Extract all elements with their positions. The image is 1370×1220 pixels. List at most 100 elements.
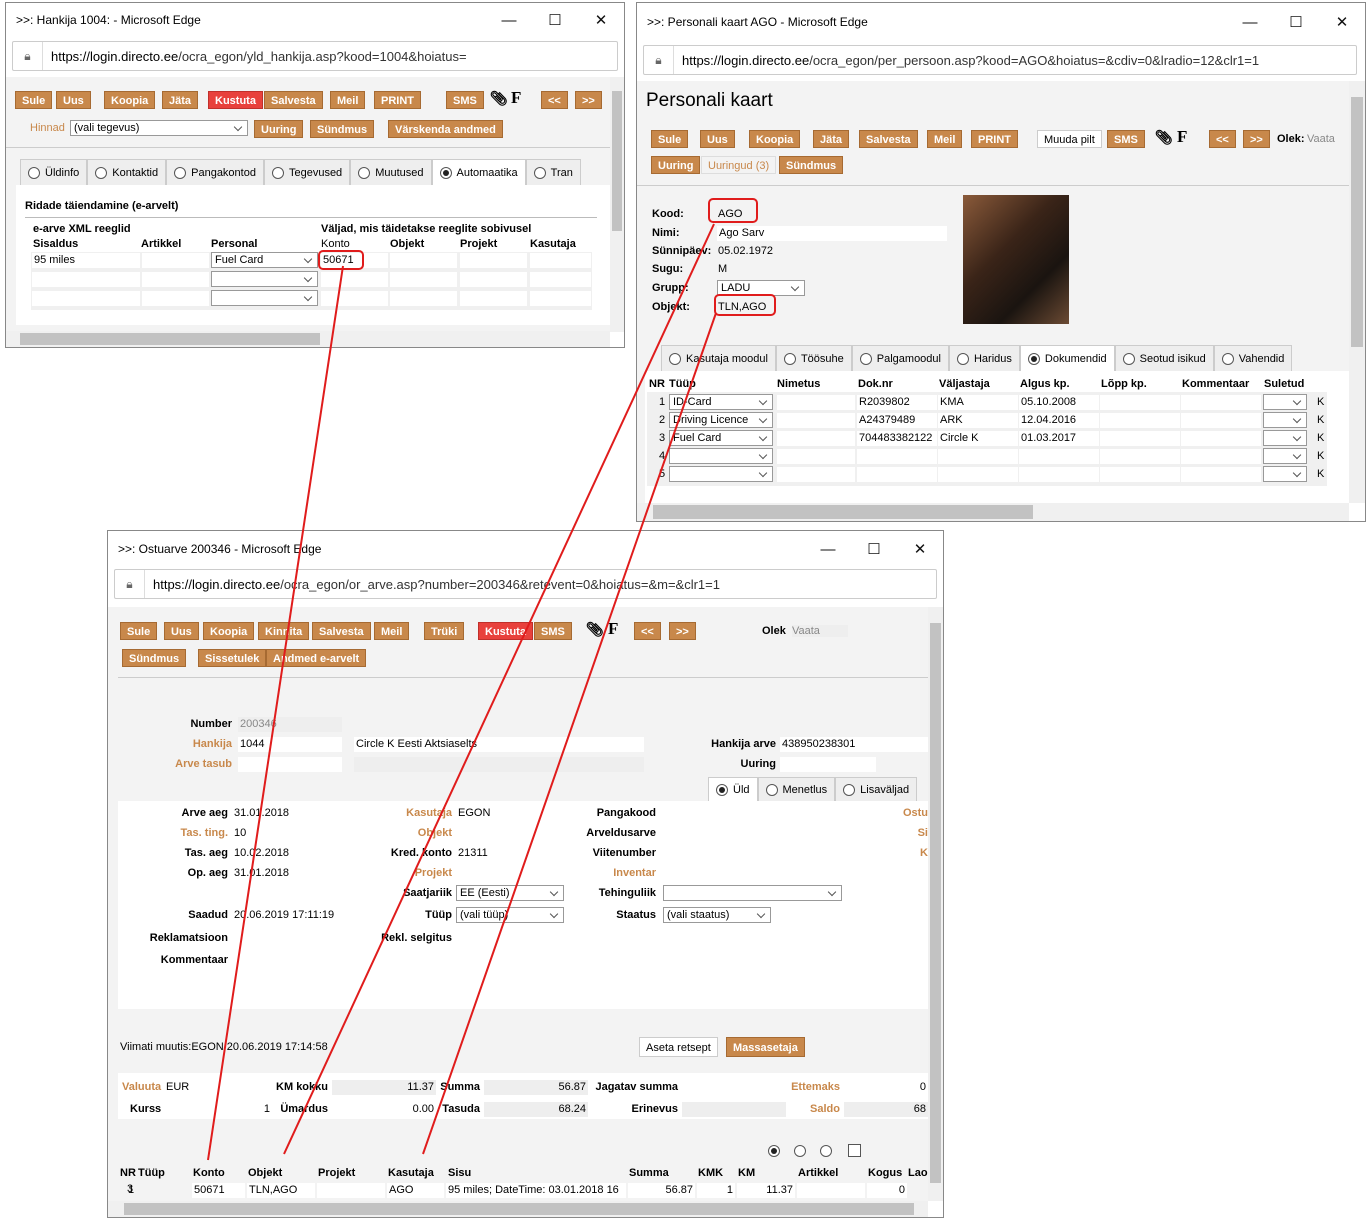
dok-input[interactable]: A24379489 [857,413,937,428]
projekt-input[interactable] [460,291,527,306]
objekt-input[interactable] [390,272,457,287]
lopp-input[interactable] [1100,431,1180,446]
objekt-input[interactable] [390,291,457,306]
dok-input[interactable]: 704483382122 [857,431,937,446]
sule-button[interactable]: Sule [15,91,53,109]
nimi-input[interactable]: Ago Sarv [717,226,947,241]
tab-dokumendid[interactable]: Dokumendid [1019,345,1115,371]
sisaldus-input[interactable]: 95 miles [32,253,140,268]
sule-button[interactable]: Sule [651,130,689,148]
jata-button[interactable]: Jäta [813,130,850,148]
kasutaja-input[interactable] [530,272,591,287]
koopia-button[interactable]: Koopia [104,91,156,109]
personal-select[interactable]: Fuel Card [211,252,318,268]
kasutaja-input[interactable] [530,253,591,268]
next-button[interactable]: >> [669,622,696,640]
tab-tegevused[interactable]: Tegevused [263,159,351,185]
sms-button[interactable]: SMS [446,91,484,109]
algus-input[interactable]: 01.03.2017 [1019,431,1099,446]
koopia-button[interactable]: Koopia [749,130,801,148]
op-aeg-input[interactable]: 31.01.2018 [232,866,336,881]
hankija-arve-input[interactable]: 438950238301 [780,737,928,752]
view-radio-1-icon[interactable] [768,1145,780,1157]
address-bar[interactable]: 🔒︎ https://login.directo.ee/ocra_egon/yl… [12,41,618,71]
salvesta-button[interactable]: Salvesta [859,130,918,148]
horizontal-scrollbar[interactable] [637,503,1349,521]
viitenumber-input[interactable] [662,846,832,861]
kommentaar-input[interactable] [1181,413,1261,428]
valjastaja-input[interactable]: KMA [938,395,1018,410]
tyyp-select[interactable]: Driving Licence [669,412,773,428]
suletud-select[interactable] [1263,430,1307,446]
close-icon[interactable]: ✕ [578,3,624,37]
sule-button[interactable]: Sule [120,622,158,640]
kinnita-button[interactable]: Kinnita [258,622,310,640]
horizontal-scrollbar[interactable] [6,331,610,347]
vertical-scrollbar[interactable] [1349,81,1365,503]
view-radio-2-icon[interactable] [794,1145,806,1157]
sundmus-button[interactable]: Sündmus [779,156,844,174]
tab-seotud-isikud[interactable]: Seotud isikud [1114,345,1214,371]
uus-button[interactable]: Uus [700,130,735,148]
tab-uldinfo[interactable]: Üldinfo [20,159,88,185]
lopp-input[interactable] [1100,395,1180,410]
uus-button[interactable]: Uus [164,622,199,640]
pangakood-input[interactable] [662,806,832,821]
next-button[interactable]: >> [1243,130,1270,148]
saadud-input[interactable]: 20.06.2019 17:11:19 [232,908,336,923]
algus-input[interactable]: 05.10.2008 [1019,395,1099,410]
tab-uld[interactable]: Üld [708,777,758,801]
uuring-input[interactable] [780,757,876,772]
attachment-icon[interactable]: 📎︎ [586,621,604,638]
nimetus-input[interactable] [777,449,855,464]
valuuta-input[interactable]: EUR [164,1080,240,1095]
prev-button[interactable]: << [634,622,661,640]
file-f-icon[interactable]: F [1177,127,1187,147]
reklamatsioon-input[interactable] [232,931,336,946]
kustuta-button[interactable]: Kustuta [208,91,263,109]
nimetus-input[interactable] [777,413,855,428]
tyyp-select[interactable]: ID-Card [669,394,773,410]
maximize-icon[interactable]: ☐ [532,3,578,37]
sms-button[interactable]: SMS [534,622,572,640]
massasetaja-button[interactable]: Massasetaja [726,1037,805,1057]
meil-button[interactable]: Meil [330,91,366,109]
tab-menetlus[interactable]: Menetlus [757,777,836,801]
uuring-button[interactable]: Uuring [254,120,304,138]
horizontal-scrollbar[interactable] [108,1201,928,1217]
kommentaar-input[interactable] [1181,431,1261,446]
maximize-icon[interactable]: ☐ [851,532,897,566]
kustuta-button[interactable]: Kustuta [478,622,533,640]
arveldusarve-input[interactable] [662,826,832,841]
print-button[interactable]: PRINT [374,91,421,109]
algus-input[interactable] [1019,467,1099,482]
tab-kasutaja-moodul[interactable]: Kasutaja moodul [661,345,776,371]
vertical-scrollbar[interactable] [610,77,624,332]
tab-muutused[interactable]: Muutused [350,159,432,185]
kred-konto-input[interactable]: 21311 [456,846,560,861]
artikkel-input[interactable] [142,291,209,306]
personal-select[interactable] [211,290,318,306]
prev-button[interactable]: << [1209,130,1236,148]
lopp-input[interactable] [1100,413,1180,428]
saatjariik-select[interactable]: EE (Eesti) [456,885,564,901]
truki-button[interactable]: Trüki [424,622,465,640]
lopp-input[interactable] [1100,449,1180,464]
tyyp-select[interactable]: Fuel Card [669,430,773,446]
sundmus-button[interactable]: Sündmus [310,120,375,138]
tyyp-select[interactable]: (vali tüüp) [456,907,564,923]
arve-aeg-input[interactable]: 31.01.2018 [232,806,336,821]
kommentaar-input[interactable] [1181,449,1261,464]
nimetus-input[interactable] [777,467,855,482]
prev-button[interactable]: << [541,91,568,109]
tab-automaatika[interactable]: Automaatika [431,159,526,185]
tas-ting-input[interactable]: 10 [232,826,336,841]
valjastaja-input[interactable] [938,467,1018,482]
dok-input[interactable]: R2039802 [857,395,937,410]
tab-vahendid[interactable]: Vahendid [1213,345,1293,371]
artikkel-input[interactable] [142,272,209,287]
salvesta-button[interactable]: Salvesta [264,91,323,109]
inventar-input[interactable] [662,866,832,881]
close-icon[interactable]: ✕ [1319,5,1365,39]
tehinguliik-select[interactable] [663,885,842,901]
